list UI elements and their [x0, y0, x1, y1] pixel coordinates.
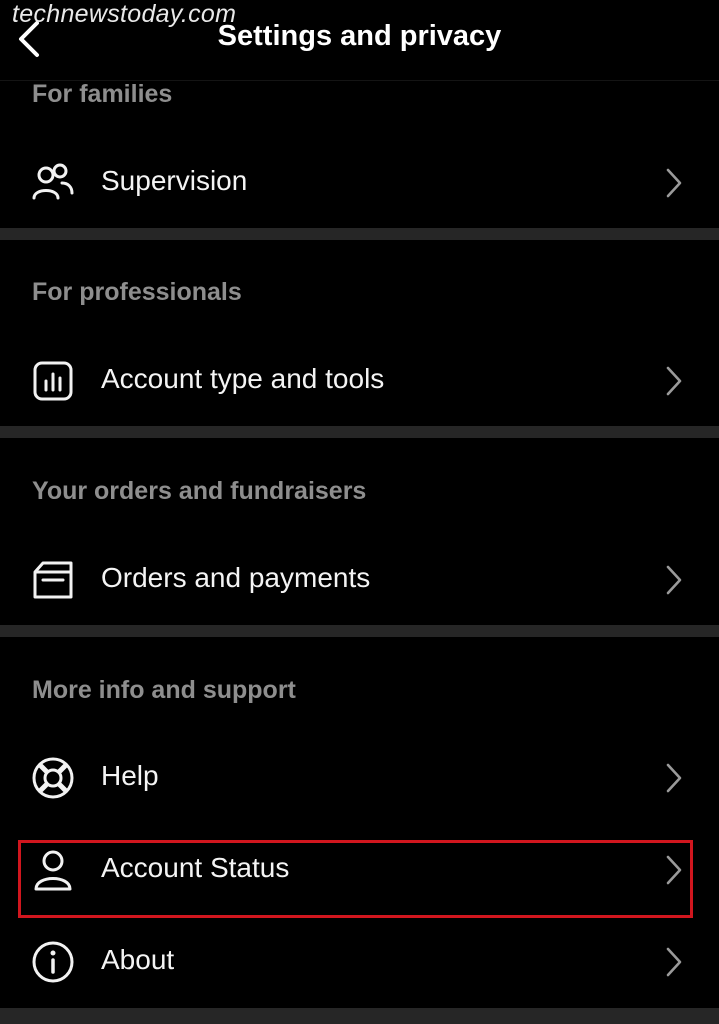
- chevron-right-icon: [666, 855, 682, 885]
- section-title-professionals: For professionals: [32, 278, 242, 306]
- section-divider: [0, 625, 719, 637]
- section-title-support: More info and support: [32, 676, 296, 704]
- settings-item-orders-payments[interactable]: Orders and payments: [0, 537, 719, 623]
- lifebuoy-icon: [30, 755, 76, 801]
- settings-item-label: Orders and payments: [101, 562, 371, 593]
- settings-item-supervision[interactable]: Supervision: [0, 140, 719, 226]
- section-divider: [0, 228, 719, 240]
- chevron-right-icon: [666, 565, 682, 595]
- orders-icon: [30, 557, 76, 603]
- section-title-orders: Your orders and fundraisers: [32, 477, 367, 505]
- settings-item-about[interactable]: About: [0, 919, 719, 1005]
- supervision-icon: [30, 160, 76, 206]
- chevron-right-icon: [666, 168, 682, 198]
- section-divider: [0, 426, 719, 438]
- section-divider: [0, 1008, 719, 1024]
- chart-icon: [30, 358, 76, 404]
- section-title-families: For families: [32, 80, 173, 108]
- settings-item-help[interactable]: Help: [0, 735, 719, 821]
- settings-item-label: Account type and tools: [101, 363, 385, 394]
- person-icon: [30, 847, 76, 893]
- info-icon: [30, 939, 76, 985]
- settings-item-account-type[interactable]: Account type and tools: [0, 338, 719, 424]
- chevron-right-icon: [666, 947, 682, 977]
- watermark: technewstoday.com: [12, 0, 237, 28]
- settings-item-account-status[interactable]: Account Status: [0, 827, 719, 913]
- settings-item-label: Account Status: [101, 852, 290, 883]
- header-bar: Settings and privacy technewstoday.com: [0, 0, 719, 81]
- chevron-right-icon: [666, 366, 682, 396]
- settings-item-label: About: [101, 944, 175, 975]
- settings-item-label: Help: [101, 760, 159, 791]
- chevron-right-icon: [666, 763, 682, 793]
- settings-item-label: Supervision: [101, 165, 248, 196]
